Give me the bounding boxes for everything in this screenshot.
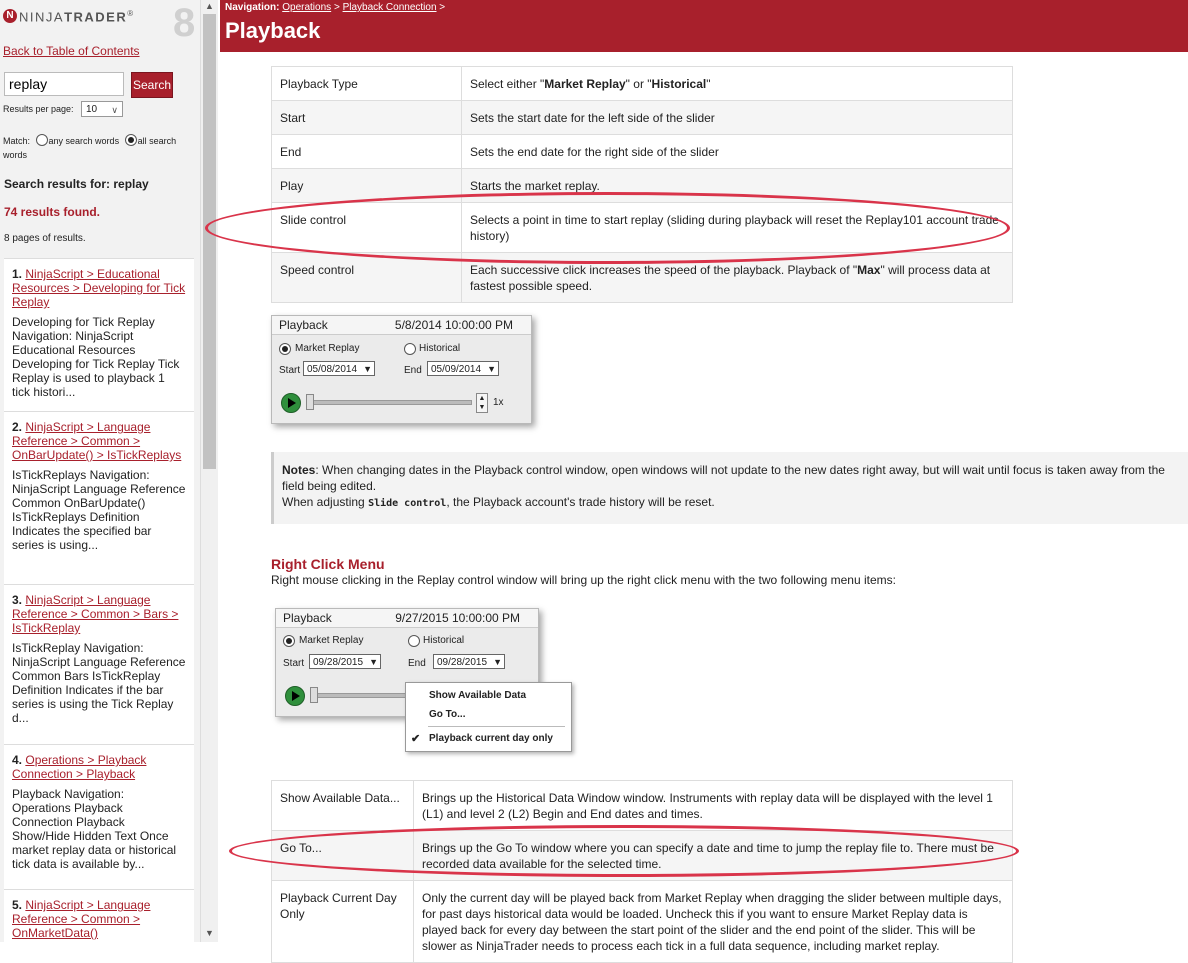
page-header: Navigation: Operations > Playback Connec… bbox=[220, 0, 1188, 52]
table-row: End Sets the end date for the right side… bbox=[271, 134, 1013, 169]
table-cell-key: Show Available Data... bbox=[271, 780, 414, 831]
playback-titlebar: Playback 9/27/2015 10:00:00 PM bbox=[276, 609, 538, 628]
result-snippet: IsTickReplay Navigation: NinjaScript Lan… bbox=[12, 641, 186, 725]
slider-track bbox=[311, 693, 413, 698]
table-cell-desc: Select either "Market Replay" or "Histor… bbox=[461, 66, 1013, 101]
breadcrumb: Navigation: Operations > Playback Connec… bbox=[225, 2, 446, 13]
table-cell-key: Go To... bbox=[271, 830, 414, 881]
table-cell-desc: Brings up the Historical Data Window win… bbox=[413, 780, 1013, 831]
section-heading-right-click: Right Click Menu bbox=[271, 556, 385, 572]
table-cell-desc: Sets the end date for the right side of … bbox=[461, 134, 1013, 169]
back-to-toc-link[interactable]: Back to Table of Contents bbox=[3, 44, 140, 58]
context-menu-table: Show Available Data... Brings up the His… bbox=[271, 780, 1013, 963]
sidebar: N NINJATRADER® 8 Back to Table of Conten… bbox=[0, 0, 200, 942]
result-link[interactable]: Operations > Playback Connection > Playb… bbox=[12, 753, 146, 781]
playback-properties-table: Playback Type Select either "Market Repl… bbox=[271, 66, 1013, 303]
result-snippet: IsTickReplays Navigation: NinjaScript La… bbox=[12, 468, 186, 552]
result-item: 1. NinjaScript > Educational Resources >… bbox=[4, 258, 194, 411]
start-date-select: 05/08/2014 ▼ bbox=[303, 361, 375, 376]
radio-historical bbox=[404, 343, 416, 355]
table-cell-desc: Sets the start date for the left side of… bbox=[461, 100, 1013, 135]
radio-market-replay bbox=[279, 343, 291, 355]
playback-window-screenshot: Playback 5/8/2014 10:00:00 PM Market Rep… bbox=[271, 315, 532, 424]
table-row: Go To... Brings up the Go To window wher… bbox=[271, 830, 1013, 881]
table-cell-desc: Selects a point in time to start replay … bbox=[461, 202, 1013, 253]
end-date-select: 09/28/2015 ▼ bbox=[433, 654, 505, 669]
results-heading: Search results for: replay bbox=[4, 177, 149, 191]
table-cell-key: Playback Current Day Only bbox=[271, 880, 414, 963]
results-count: 74 results found. bbox=[4, 205, 101, 219]
breadcrumb-playback-connection[interactable]: Playback Connection bbox=[343, 2, 437, 13]
scroll-thumb[interactable] bbox=[203, 14, 216, 469]
table-cell-desc: Only the current day will be played back… bbox=[413, 880, 1013, 963]
table-row: Playback Type Select either "Market Repl… bbox=[271, 66, 1013, 101]
search-input[interactable] bbox=[4, 72, 124, 96]
table-cell-desc: Each successive click increases the spee… bbox=[461, 252, 1013, 303]
table-cell-desc: Starts the market replay. bbox=[461, 168, 1013, 203]
table-row: Slide control Selects a point in time to… bbox=[271, 202, 1013, 253]
checkmark-icon: ✔ bbox=[411, 733, 421, 745]
radio-market-replay bbox=[283, 635, 295, 647]
pages-count: 8 pages of results. bbox=[4, 233, 86, 244]
table-row: Show Available Data... Brings up the His… bbox=[271, 780, 1013, 831]
slider-thumb bbox=[310, 687, 318, 703]
result-link[interactable]: NinjaScript > Educational Resources > De… bbox=[12, 267, 185, 309]
result-link[interactable]: NinjaScript > Language Reference > Commo… bbox=[12, 898, 150, 940]
menu-item-go-to: Go To... bbox=[429, 709, 466, 720]
table-cell-desc: Brings up the Go To window where you can… bbox=[413, 830, 1013, 881]
match-label: Match: bbox=[3, 136, 31, 146]
match-any-label: any search words bbox=[48, 136, 120, 146]
play-icon bbox=[285, 686, 305, 706]
page-title: Playback bbox=[225, 18, 321, 43]
result-item: 3. NinjaScript > Language Reference > Co… bbox=[4, 584, 194, 744]
context-menu: Show Available Data Go To... ✔ Playback … bbox=[405, 682, 572, 752]
notes-box: Notes: When changing dates in the Playba… bbox=[271, 452, 1188, 524]
breadcrumb-operations[interactable]: Operations bbox=[282, 2, 331, 13]
end-date-select: 05/09/2014 ▼ bbox=[427, 361, 499, 376]
results-per-page-select[interactable]: 10 ∨ bbox=[81, 101, 123, 117]
menu-separator bbox=[428, 726, 565, 727]
result-item: 5. NinjaScript > Language Reference > Co… bbox=[4, 889, 194, 942]
logo-wordmark: NINJATRADER® bbox=[19, 9, 135, 25]
table-cell-key: Slide control bbox=[271, 202, 462, 253]
result-item: 2. NinjaScript > Language Reference > Co… bbox=[4, 411, 194, 584]
logo-version: 8 bbox=[173, 1, 196, 45]
logo-mark-icon: N bbox=[3, 9, 17, 23]
scroll-down-icon[interactable]: ▼ bbox=[205, 928, 214, 938]
result-snippet: Developing for Tick Replay Navigation: N… bbox=[12, 315, 180, 399]
result-snippet: Playback Navigation: Operations Playback… bbox=[12, 787, 177, 871]
table-cell-key: Playback Type bbox=[271, 66, 462, 101]
table-cell-key: Play bbox=[271, 168, 462, 203]
radio-any-words[interactable] bbox=[35, 134, 48, 146]
slider-thumb bbox=[306, 394, 314, 410]
table-cell-key: Speed control bbox=[271, 252, 462, 303]
start-date-select: 09/28/2015 ▼ bbox=[309, 654, 381, 669]
table-row: Play Starts the market replay. bbox=[271, 168, 1013, 203]
radio-historical bbox=[408, 635, 420, 647]
table-row: Speed control Each successive click incr… bbox=[271, 252, 1013, 303]
results-per-page-label: Results per page: bbox=[3, 104, 74, 114]
result-link[interactable]: NinjaScript > Language Reference > Commo… bbox=[12, 420, 181, 462]
scroll-up-icon[interactable]: ▲ bbox=[205, 1, 214, 11]
table-cell-key: Start bbox=[271, 100, 462, 135]
result-item: 4. Operations > Playback Connection > Pl… bbox=[4, 744, 194, 889]
menu-item-show-available-data: Show Available Data bbox=[429, 690, 527, 701]
table-row: Playback Current Day Only Only the curre… bbox=[271, 880, 1013, 963]
play-icon bbox=[281, 393, 301, 413]
match-options: Match: any search words all search words bbox=[3, 134, 198, 162]
table-row: Start Sets the start date for the left s… bbox=[271, 100, 1013, 135]
playback-titlebar: Playback 5/8/2014 10:00:00 PM bbox=[272, 316, 531, 335]
menu-item-playback-current-day: Playback current day only bbox=[429, 733, 553, 744]
chevron-down-icon: ∨ bbox=[111, 105, 118, 115]
slider-track bbox=[307, 400, 472, 405]
ninjatrader-logo: N NINJATRADER® 8 bbox=[3, 1, 198, 45]
table-cell-key: End bbox=[271, 134, 462, 169]
results-list: 1. NinjaScript > Educational Resources >… bbox=[4, 258, 194, 942]
radio-all-words[interactable] bbox=[124, 134, 137, 146]
search-button[interactable]: Search bbox=[131, 72, 173, 98]
result-link[interactable]: NinjaScript > Language Reference > Commo… bbox=[12, 593, 178, 635]
speed-spinner-icon: ▲ ▼ bbox=[476, 393, 488, 413]
section-description: Right mouse clicking in the Replay contr… bbox=[271, 573, 896, 587]
sidebar-scrollbar[interactable]: ▲ ▼ bbox=[200, 0, 218, 942]
